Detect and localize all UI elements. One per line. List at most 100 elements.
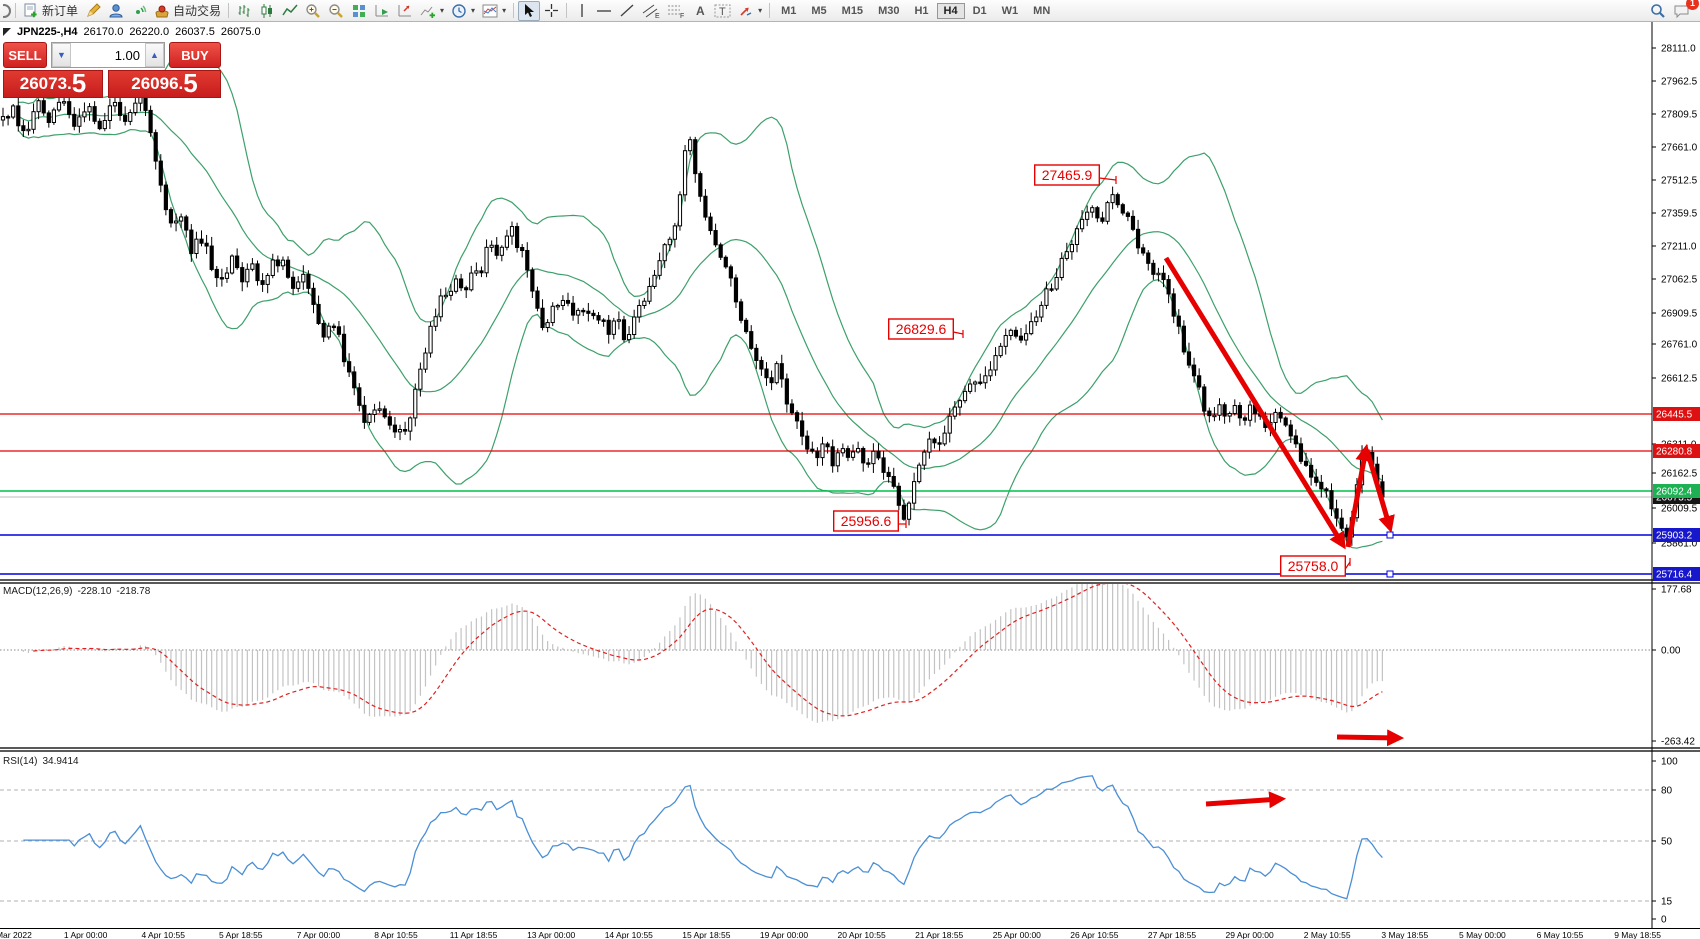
fibonacci-icon: F (667, 3, 685, 19)
tab-h1[interactable]: H1 (907, 3, 935, 19)
candle-body (897, 486, 900, 505)
candle-body (1284, 418, 1287, 425)
candle-body (704, 196, 707, 217)
collapse-trade-panel-icon[interactable] (3, 28, 11, 36)
candle-body (129, 113, 132, 122)
symbol-info-bar: JPN225-,H4 26170.0 26220.0 26037.5 26075… (3, 26, 261, 38)
candle-body (358, 388, 361, 406)
candle-body (724, 257, 727, 267)
tab-mn[interactable]: MN (1026, 3, 1057, 19)
line-handle[interactable] (1387, 532, 1393, 538)
candle-body (1289, 425, 1292, 436)
chart-canvas[interactable]: 27465.926829.625956.625758.028111.027962… (0, 22, 1700, 939)
buy-button[interactable]: BUY (169, 42, 221, 68)
low-value: 26037.5 (175, 26, 215, 38)
zoom-in-button[interactable] (302, 1, 324, 21)
periods-button[interactable]: ▾ (448, 1, 478, 21)
trendline-icon (619, 3, 635, 18)
candle-body (337, 327, 340, 334)
auto-scroll-button[interactable] (371, 1, 393, 21)
sell-price-display[interactable]: 26073.5 (3, 70, 103, 98)
tab-d1[interactable]: D1 (966, 3, 994, 19)
templates-button[interactable]: ▾ (479, 1, 509, 21)
tab-m15[interactable]: M15 (835, 3, 870, 19)
notification-badge: 1 (1686, 0, 1699, 10)
time-axis-label: 5 May 00:00 (1437, 930, 1527, 939)
volume-decrease-button[interactable]: ▼ (52, 43, 71, 67)
auto-trading-button[interactable]: 自动交易 (151, 1, 224, 21)
sell-button[interactable]: SELL (3, 42, 47, 68)
toolbar-separator (513, 3, 514, 18)
line-chart-type-button[interactable] (279, 1, 301, 21)
candle-body (638, 305, 641, 316)
svg-text:E: E (655, 13, 660, 19)
line-handle[interactable] (1387, 571, 1393, 577)
dropdown-caret-icon: ▾ (502, 6, 506, 15)
crosshair-icon (544, 3, 559, 18)
red-arrow[interactable] (1337, 737, 1399, 738)
vertical-line-tool-button[interactable] (571, 1, 592, 21)
tab-m5[interactable]: M5 (804, 3, 833, 19)
tab-h4[interactable]: H4 (937, 3, 965, 19)
candle-body (449, 291, 452, 295)
sell-price-frac: 5 (72, 70, 86, 97)
search-button[interactable] (1647, 1, 1669, 21)
axis-tick-label: 50 (1661, 837, 1673, 848)
candle-body (775, 364, 778, 383)
axis-tick-label: 0 (1661, 915, 1667, 926)
candle-chart-type-button[interactable] (256, 1, 278, 21)
notifications-button[interactable]: 1 (1670, 1, 1693, 21)
volume-input[interactable] (71, 43, 145, 67)
cursor-icon (522, 3, 536, 18)
bar-chart-type-button[interactable] (233, 1, 255, 21)
macd-value-1: -228.10 (77, 586, 111, 597)
tab-m1[interactable]: M1 (774, 3, 803, 19)
text-label-icon: T (714, 3, 731, 18)
macd-label: MACD(12,26,9) -228.10 -218.78 (3, 586, 150, 597)
toolbar-separator (15, 3, 16, 18)
time-axis-label: 13 Apr 00:00 (506, 930, 596, 939)
signals-button[interactable] (128, 1, 150, 21)
tile-windows-button[interactable] (348, 1, 370, 21)
candle-body (785, 379, 788, 404)
zoom-out-button[interactable] (325, 1, 347, 21)
candle-body (1131, 216, 1134, 229)
candle-body (302, 274, 305, 282)
candle-body (999, 346, 1002, 355)
candle-body (134, 103, 137, 112)
candle-body (1096, 208, 1099, 218)
axis-tick-label: 27211.0 (1661, 242, 1697, 253)
new-order-button[interactable]: 新订单 (20, 1, 81, 21)
tab-w1[interactable]: W1 (995, 3, 1026, 19)
volume-increase-button[interactable]: ▲ (145, 43, 164, 67)
candle-body (1279, 412, 1282, 418)
crosshair-tool-button[interactable] (541, 1, 562, 21)
trendline-tool-button[interactable] (616, 1, 638, 21)
indicators-button[interactable]: ▾ (417, 1, 447, 21)
text-label-tool-button[interactable]: T (711, 1, 734, 21)
community-button[interactable] (105, 1, 127, 21)
candle-body (683, 151, 686, 195)
candle-body (1050, 289, 1053, 290)
channel-tool-button[interactable]: E (639, 1, 663, 21)
styles-button[interactable] (82, 1, 104, 21)
horizontal-line-tool-button[interactable] (593, 1, 615, 21)
main-toolbar: 新订单 自动交易 (0, 0, 1700, 22)
chart-shift-button[interactable] (394, 1, 416, 21)
fibonacci-tool-button[interactable]: F (664, 1, 688, 21)
time-axis[interactable]: 30 Mar 20221 Apr 00:004 Apr 10:555 Apr 1… (0, 930, 1700, 939)
candle-body (205, 243, 208, 246)
candle-body (795, 413, 798, 421)
tab-m30[interactable]: M30 (871, 3, 906, 19)
buy-price-display[interactable]: 26096.5 (108, 70, 221, 98)
text-tool-button[interactable]: A (689, 1, 710, 21)
shapes-button[interactable]: ▾ (735, 1, 765, 21)
cursor-tool-button[interactable] (518, 1, 540, 21)
candle-body (480, 271, 483, 273)
candle-body (1030, 322, 1033, 334)
candle-body (460, 279, 463, 288)
candle-body (943, 433, 946, 444)
time-axis-label: 21 Apr 18:55 (894, 930, 984, 939)
candle-body (1182, 326, 1185, 352)
candle-body (760, 360, 763, 369)
